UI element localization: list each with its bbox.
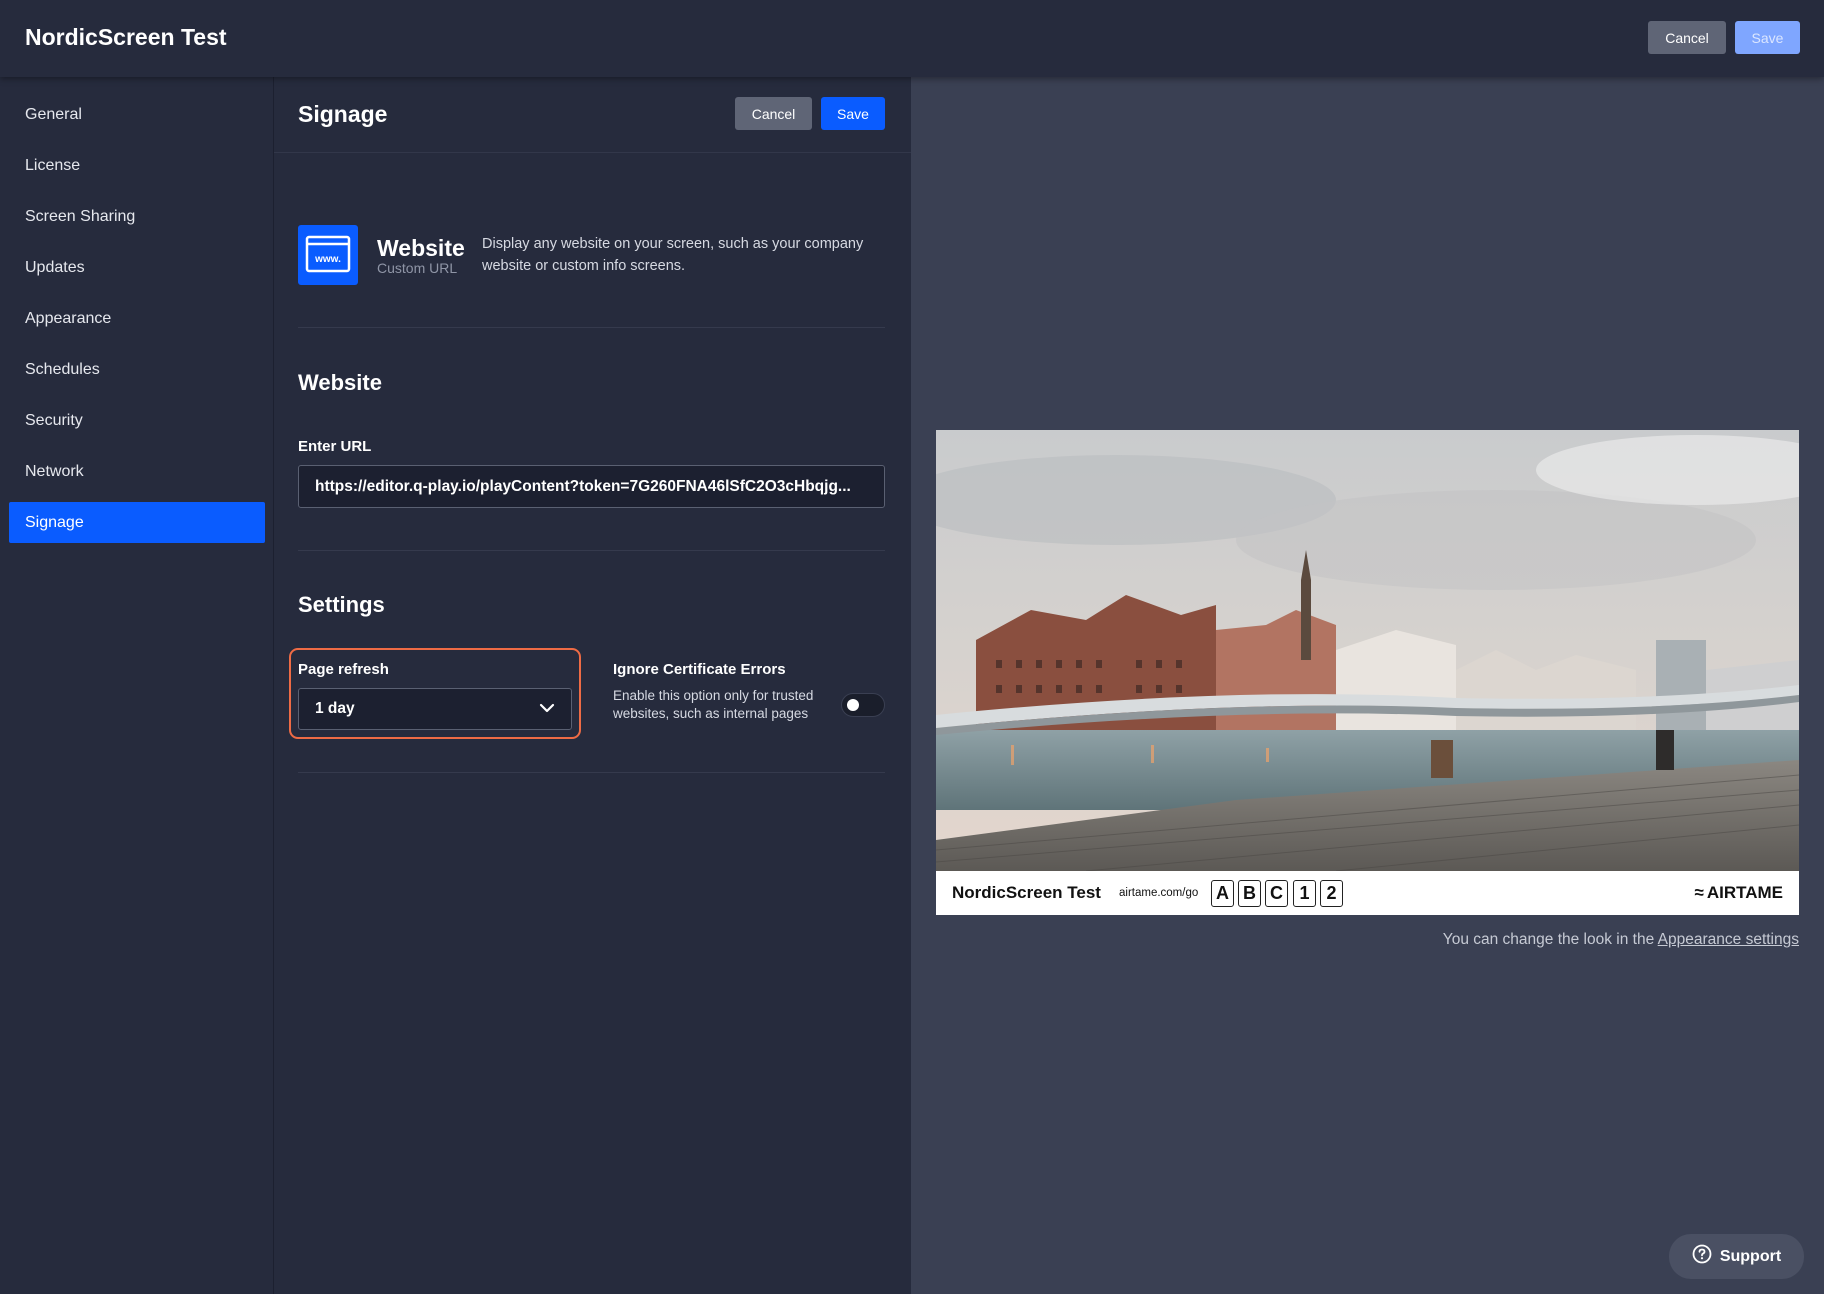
url-input[interactable]: https://editor.q-play.io/playContent?tok… xyxy=(298,465,885,508)
appearance-note: You can change the look in the Appearanc… xyxy=(1443,931,1799,949)
sidebar-item-license[interactable]: License xyxy=(9,145,265,186)
url-label: Enter URL xyxy=(298,438,372,455)
airtame-wave-icon: ≈ xyxy=(1694,883,1704,902)
sidebar: General License Screen Sharing Updates A… xyxy=(0,77,274,1294)
cert-description: Enable this option only for trusted webs… xyxy=(613,688,814,721)
settings-section-title: Settings xyxy=(298,592,385,617)
signage-panel: Signage Cancel Save www. Website Custom … xyxy=(274,77,911,1294)
divider xyxy=(298,327,885,328)
preview-device-name: NordicScreen Test xyxy=(952,883,1101,902)
support-label: Support xyxy=(1719,1247,1782,1265)
divider xyxy=(298,772,885,773)
sidebar-item-network[interactable]: Network xyxy=(9,451,265,492)
website-section-title: Website xyxy=(298,370,382,395)
www-browser-icon: www. xyxy=(298,225,358,285)
app-title: NordicScreen Test xyxy=(25,24,227,50)
airtame-logo: ≈ AIRTAME xyxy=(1694,883,1783,903)
top-bar: NordicScreen Test Cancel Save xyxy=(0,0,1824,77)
page-refresh-value: 1 day xyxy=(315,700,355,717)
screen-preview: NordicScreen Test airtame.com/go A B C 1… xyxy=(936,430,1799,915)
sidebar-item-schedules[interactable]: Schedules xyxy=(9,349,265,390)
sidebar-item-signage[interactable]: Signage xyxy=(9,502,265,543)
appearance-settings-link[interactable]: Appearance settings xyxy=(1658,931,1799,948)
source-name: Website xyxy=(377,235,465,261)
sidebar-item-screen-sharing[interactable]: Screen Sharing xyxy=(9,196,265,237)
code-char: C xyxy=(1265,880,1288,907)
sidebar-item-updates[interactable]: Updates xyxy=(9,247,265,288)
top-save-button[interactable]: Save xyxy=(1735,21,1800,54)
signage-save-button[interactable]: Save xyxy=(821,97,885,130)
code-char: B xyxy=(1238,880,1261,907)
sidebar-item-general[interactable]: General xyxy=(9,94,265,135)
code-char: A xyxy=(1211,880,1234,907)
sidebar-item-appearance[interactable]: Appearance xyxy=(9,298,265,339)
code-char: 1 xyxy=(1293,880,1316,907)
chevron-down-icon xyxy=(539,700,555,718)
page-refresh-label: Page refresh xyxy=(298,661,389,678)
help-circle-icon xyxy=(1692,1244,1712,1269)
source-description: Display any website on your screen, such… xyxy=(482,236,864,274)
source-type: Custom URL xyxy=(377,260,458,276)
support-button[interactable]: Support xyxy=(1669,1234,1804,1279)
www-icon-text: www. xyxy=(314,254,341,265)
code-char: 2 xyxy=(1320,880,1343,907)
toggle-knob xyxy=(847,699,859,711)
airtame-brand: AIRTAME xyxy=(1706,883,1783,902)
appearance-note-text: You can change the look in the xyxy=(1442,931,1658,948)
sidebar-item-security[interactable]: Security xyxy=(9,400,265,441)
preview-join-url: airtame.com/go xyxy=(1119,887,1199,899)
cert-label: Ignore Certificate Errors xyxy=(613,661,786,678)
ignore-cert-toggle[interactable] xyxy=(841,693,885,717)
signage-header: Signage Cancel Save xyxy=(274,77,911,153)
top-cancel-button[interactable]: Cancel xyxy=(1648,21,1726,54)
page-refresh-select[interactable]: 1 day xyxy=(298,688,572,730)
divider xyxy=(298,550,885,551)
preview-photo xyxy=(936,430,1799,871)
page-title: Signage xyxy=(298,101,388,127)
signage-cancel-button[interactable]: Cancel xyxy=(735,97,812,130)
preview-footer: NordicScreen Test airtame.com/go A B C 1… xyxy=(936,871,1799,915)
